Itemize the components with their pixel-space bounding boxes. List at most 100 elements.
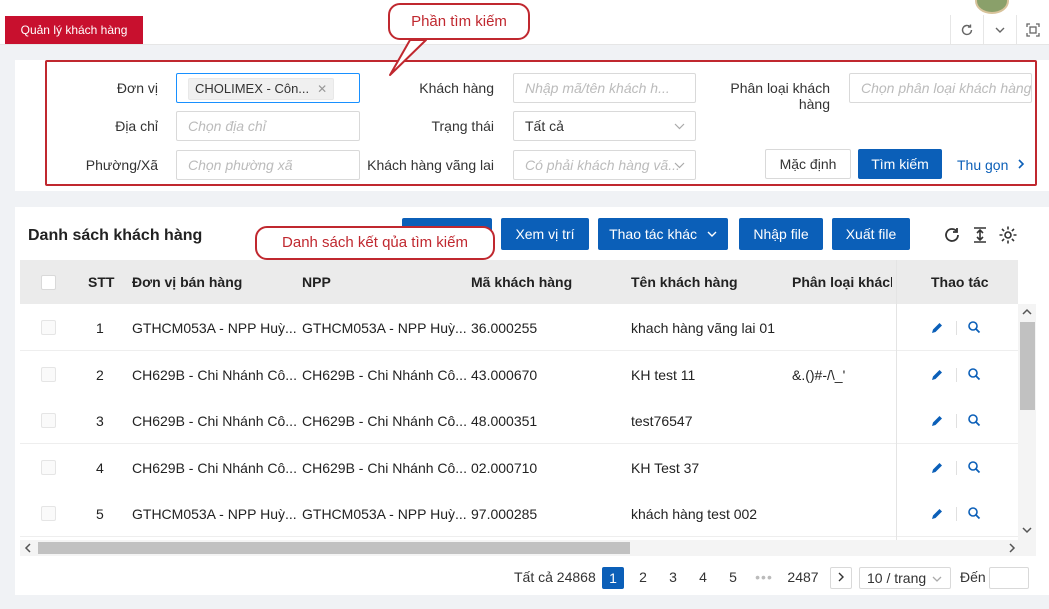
page-3[interactable]: 3 [662, 567, 684, 589]
cell-customer-name: khach hàng vãng lai 01 [631, 320, 775, 336]
vertical-scroll-thumb[interactable] [1020, 322, 1035, 410]
action-divider [956, 507, 957, 521]
cell-unit: CH629B - Chi Nhánh Cô... [132, 367, 297, 383]
cell-unit: CH629B - Chi Nhánh Cô... [132, 460, 297, 476]
row-checkbox[interactable] [41, 460, 56, 475]
horizontal-scroll-thumb[interactable] [38, 542, 630, 554]
action-divider [956, 321, 957, 335]
chevron-down-icon [995, 27, 1005, 33]
export-file-button[interactable]: Xuất file [832, 218, 910, 250]
list-title: Danh sách khách hàng [28, 227, 203, 244]
category-select[interactable]: Chọn phân loại khách hàng [849, 73, 1032, 103]
refresh-icon [961, 24, 973, 36]
col-category[interactable]: Phân loại khách [792, 260, 892, 304]
close-icon[interactable]: ✕ [317, 82, 327, 96]
cell-npp: CH629B - Chi Nhánh Cô... [302, 413, 467, 429]
page-4[interactable]: 4 [692, 567, 714, 589]
cell-stt: 5 [96, 506, 104, 522]
cell-stt: 1 [96, 320, 104, 336]
search-icon[interactable] [967, 320, 981, 334]
page-1[interactable]: 1 [602, 567, 624, 589]
action-divider [956, 414, 957, 428]
callout-pointer-search [389, 39, 427, 76]
page-2[interactable]: 2 [632, 567, 654, 589]
fullscreen-icon [1026, 23, 1040, 37]
status-select[interactable]: Tất cả [513, 111, 696, 141]
row-checkbox[interactable] [41, 413, 56, 428]
reset-button[interactable]: Mặc định [765, 149, 851, 179]
goto-label: Đến [960, 569, 986, 585]
unit-tag: CHOLIMEX - Côn... ✕ [188, 78, 335, 100]
search-icon[interactable] [967, 367, 981, 381]
walkin-placeholder: Có phải khách hàng vã... [525, 157, 680, 173]
row-checkbox[interactable] [41, 320, 56, 335]
col-customer-code[interactable]: Mã khách hàng [471, 260, 572, 304]
chevron-down-icon [674, 112, 685, 140]
tab-customer-management[interactable]: Quản lý khách hàng [5, 16, 143, 44]
status-value: Tất cả [525, 118, 564, 134]
more-actions-button[interactable]: Thao tác khác [598, 218, 728, 250]
scroll-down-icon[interactable] [1021, 524, 1033, 536]
category-label: Phân loại khách hàng [730, 80, 830, 112]
cell-unit: GTHCM053A - NPP Huỳ... [132, 320, 297, 336]
search-button[interactable]: Tìm kiếm [858, 149, 942, 179]
unit-select[interactable]: CHOLIMEX - Côn... ✕ [176, 73, 360, 103]
reload-tab-button[interactable] [950, 15, 983, 45]
ward-select[interactable]: Chọn phường xã [176, 150, 360, 180]
import-file-button[interactable]: Nhập file [739, 218, 823, 250]
scroll-left-icon[interactable] [22, 542, 34, 554]
select-all-checkbox[interactable] [41, 275, 56, 290]
address-select[interactable]: Chọn địa chỉ [176, 111, 360, 141]
cell-customer-name: KH Test 37 [631, 460, 700, 476]
search-icon[interactable] [967, 413, 981, 427]
edit-icon[interactable] [930, 461, 944, 475]
collapse-label: Thu gọn [957, 157, 1009, 173]
cell-npp: GTHCM053A - NPP Huỳ... [302, 506, 467, 522]
walkin-select[interactable]: Có phải khách hàng vã... [513, 150, 696, 180]
col-customer-name[interactable]: Tên khách hàng [631, 260, 738, 304]
row-checkbox[interactable] [41, 506, 56, 521]
page-ellipsis[interactable]: ••• [750, 567, 778, 589]
cell-customer-code: 48.000351 [471, 413, 538, 429]
chevron-down-icon [707, 231, 717, 237]
unit-tag-text: CHOLIMEX - Côn... [195, 81, 310, 96]
total-count: Tất cả 24868 [514, 569, 596, 585]
cell-customer-code: 02.000710 [471, 460, 538, 476]
fixed-column-divider [896, 260, 897, 540]
more-actions-label: Thao tác khác [609, 226, 698, 242]
col-npp[interactable]: NPP [302, 260, 331, 304]
scroll-up-icon[interactable] [1021, 306, 1033, 318]
next-page-button[interactable] [830, 567, 852, 589]
column-height-icon[interactable] [970, 225, 990, 245]
edit-icon[interactable] [930, 414, 944, 428]
edit-icon[interactable] [930, 507, 944, 521]
search-icon[interactable] [967, 460, 981, 474]
goto-page-input[interactable] [989, 567, 1029, 589]
row-checkbox[interactable] [41, 367, 56, 382]
page-size-select[interactable]: 10 / trang [859, 567, 951, 589]
search-icon[interactable] [967, 506, 981, 520]
col-unit[interactable]: Đơn vị bán hàng [132, 260, 242, 304]
page-5[interactable]: 5 [722, 567, 744, 589]
view-location-button[interactable]: Xem vị trí [501, 218, 589, 250]
walkin-label: Khách hàng vãng lai [367, 157, 494, 173]
user-avatar[interactable] [975, 0, 1009, 14]
customer-input[interactable]: Nhập mã/tên khách h... [513, 73, 696, 103]
cell-unit: CH629B - Chi Nhánh Cô... [132, 413, 297, 429]
scroll-right-icon[interactable] [1006, 542, 1018, 554]
col-stt[interactable]: STT [88, 260, 114, 304]
cell-category: &.()#-/\_' [792, 367, 846, 383]
page-last[interactable]: 2487 [783, 567, 823, 589]
col-actions: Thao tác [931, 274, 989, 290]
fullscreen-button[interactable] [1016, 15, 1049, 45]
refresh-icon[interactable] [942, 225, 962, 245]
callout-search-area: Phần tìm kiếm [388, 3, 530, 40]
gear-icon[interactable] [998, 225, 1018, 245]
edit-icon[interactable] [930, 321, 944, 335]
edit-icon[interactable] [930, 368, 944, 382]
chevron-down-icon [932, 576, 942, 582]
tab-dropdown-button[interactable] [983, 15, 1016, 45]
cell-customer-code: 43.000670 [471, 367, 538, 383]
cell-stt: 3 [96, 413, 104, 429]
collapse-link[interactable]: Thu gọn [957, 157, 1026, 173]
